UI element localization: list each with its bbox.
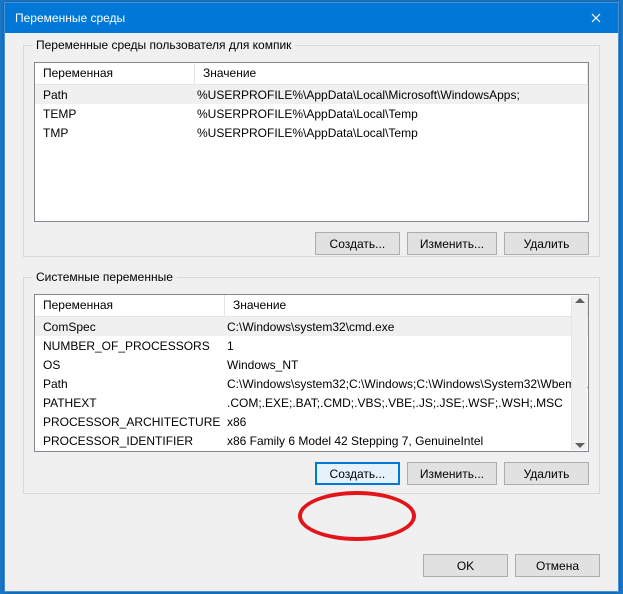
table-row[interactable]: TMP %USERPROFILE%\AppData\Local\Temp bbox=[35, 123, 588, 142]
cell-val: %USERPROFILE%\AppData\Local\Temp bbox=[195, 107, 588, 121]
cell-var: TEMP bbox=[35, 107, 195, 121]
table-row[interactable]: TEMP %USERPROFILE%\AppData\Local\Temp bbox=[35, 104, 588, 123]
cell-var: OS bbox=[35, 358, 225, 372]
cell-var: PATHEXT bbox=[35, 396, 225, 410]
user-new-button[interactable]: Создать... bbox=[315, 232, 400, 255]
cell-val: C:\Windows\system32;C:\Windows;C:\Window… bbox=[225, 377, 588, 391]
user-vars-buttons: Создать... Изменить... Удалить bbox=[34, 232, 589, 255]
column-variable[interactable]: Переменная bbox=[35, 63, 195, 84]
system-vars-group: Системные переменные Переменная Значение… bbox=[23, 277, 600, 494]
ok-button[interactable]: OK bbox=[423, 554, 508, 577]
table-row[interactable]: Path %USERPROFILE%\AppData\Local\Microso… bbox=[35, 85, 588, 104]
env-vars-dialog: Переменные среды Переменные среды пользо… bbox=[4, 2, 619, 592]
column-value[interactable]: Значение bbox=[195, 63, 588, 84]
close-button[interactable] bbox=[573, 3, 618, 33]
system-edit-button[interactable]: Изменить... bbox=[407, 462, 497, 485]
user-vars-group-label: Переменные среды пользователя для компик bbox=[32, 38, 295, 52]
cell-var: Path bbox=[35, 88, 195, 102]
table-row[interactable]: ComSpec C:\Windows\system32\cmd.exe bbox=[35, 317, 588, 336]
annotation-highlight bbox=[298, 491, 416, 541]
cell-val: %USERPROFILE%\AppData\Local\Temp bbox=[195, 126, 588, 140]
system-delete-button[interactable]: Удалить bbox=[504, 462, 589, 485]
user-vars-listview[interactable]: Переменная Значение Path %USERPROFILE%\A… bbox=[34, 62, 589, 222]
dialog-buttons: OK Отмена bbox=[423, 554, 600, 577]
table-row[interactable]: NUMBER_OF_PROCESSORS 1 bbox=[35, 336, 588, 355]
column-variable[interactable]: Переменная bbox=[35, 295, 225, 316]
user-vars-group: Переменные среды пользователя для компик… bbox=[23, 45, 600, 257]
cell-var: PROCESSOR_ARCHITECTURE bbox=[35, 415, 225, 429]
table-row[interactable]: PROCESSOR_IDENTIFIER x86 Family 6 Model … bbox=[35, 431, 588, 450]
cell-val: %USERPROFILE%\AppData\Local\Microsoft\Wi… bbox=[195, 88, 588, 102]
cell-val: 1 bbox=[225, 339, 588, 353]
user-edit-button[interactable]: Изменить... bbox=[407, 232, 497, 255]
system-vars-buttons: Создать... Изменить... Удалить bbox=[34, 462, 589, 485]
cell-var: TMP bbox=[35, 126, 195, 140]
cell-val: x86 Family 6 Model 42 Stepping 7, Genuin… bbox=[225, 434, 588, 448]
cell-val: x86 bbox=[225, 415, 588, 429]
listview-header: Переменная Значение bbox=[35, 295, 588, 317]
system-vars-group-label: Системные переменные bbox=[32, 270, 177, 284]
close-icon bbox=[591, 13, 601, 23]
titlebar: Переменные среды bbox=[5, 3, 618, 33]
table-row[interactable]: PATHEXT .COM;.EXE;.BAT;.CMD;.VBS;.VBE;.J… bbox=[35, 393, 588, 412]
cell-val: C:\Windows\system32\cmd.exe bbox=[225, 320, 588, 334]
listview-body: ComSpec C:\Windows\system32\cmd.exe NUMB… bbox=[35, 317, 588, 450]
cell-val: .COM;.EXE;.BAT;.CMD;.VBS;.VBE;.JS;.JSE;.… bbox=[225, 396, 588, 410]
cell-val: Windows_NT bbox=[225, 358, 588, 372]
system-new-button[interactable]: Создать... bbox=[315, 462, 400, 485]
cell-var: NUMBER_OF_PROCESSORS bbox=[35, 339, 225, 353]
scrollbar[interactable] bbox=[571, 296, 587, 450]
listview-body: Path %USERPROFILE%\AppData\Local\Microso… bbox=[35, 85, 588, 142]
cell-var: Path bbox=[35, 377, 225, 391]
cell-var: PROCESSOR_IDENTIFIER bbox=[35, 434, 225, 448]
cell-var: ComSpec bbox=[35, 320, 225, 334]
table-row[interactable]: Path C:\Windows\system32;C:\Windows;C:\W… bbox=[35, 374, 588, 393]
window-title: Переменные среды bbox=[5, 11, 573, 25]
table-row[interactable]: PROCESSOR_ARCHITECTURE x86 bbox=[35, 412, 588, 431]
client-area: Переменные среды пользователя для компик… bbox=[5, 33, 618, 591]
column-value[interactable]: Значение bbox=[225, 295, 588, 316]
user-delete-button[interactable]: Удалить bbox=[504, 232, 589, 255]
system-vars-listview[interactable]: Переменная Значение ComSpec C:\Windows\s… bbox=[34, 294, 589, 452]
listview-header: Переменная Значение bbox=[35, 63, 588, 85]
cancel-button[interactable]: Отмена bbox=[515, 554, 600, 577]
table-row[interactable]: OS Windows_NT bbox=[35, 355, 588, 374]
